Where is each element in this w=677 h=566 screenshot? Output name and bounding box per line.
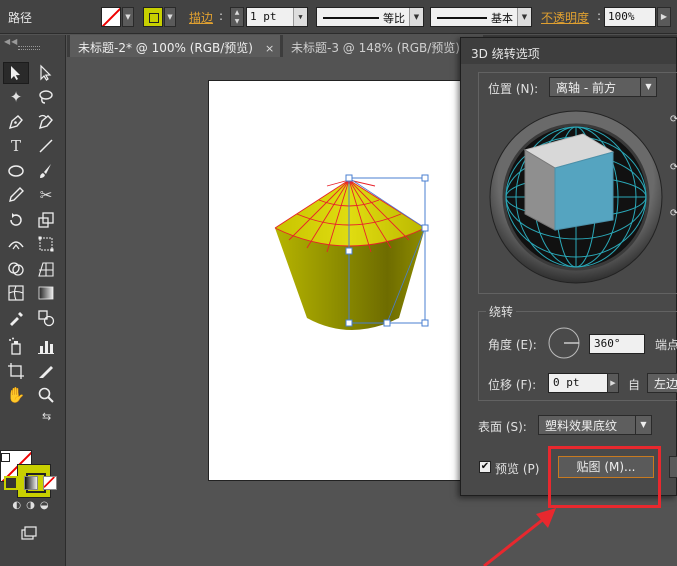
opacity-field[interactable]: 100% [604,7,656,27]
chevron-down-icon[interactable]: ▼ [517,8,531,26]
position-value: 离轴 - 前方 [556,81,616,95]
pencil-tool-icon[interactable] [3,184,29,206]
surface-label: 表面 (S): [478,420,527,434]
chevron-down-icon[interactable]: ▼ [635,416,651,434]
blend-tool-icon[interactable] [33,307,59,329]
rotate-tool-icon[interactable] [3,209,29,231]
none-mode-icon[interactable] [43,476,57,490]
from-select[interactable]: 左边 [647,373,677,393]
drawing-modes-icon[interactable]: ◐◑◒ [3,497,63,513]
width-tool-icon[interactable] [3,233,29,255]
colon-text: : [219,9,224,23]
angle-dial[interactable] [547,326,581,360]
preview-checkbox[interactable]: ✔ [479,461,491,473]
position-label: 位置 (N): [488,82,539,96]
eyedropper-tool-icon[interactable] [3,307,29,329]
stroke-line-icon [323,17,379,19]
tab-document-2[interactable]: 未标题-2* @ 100% (RGB/预览) × [70,35,280,57]
stroke-weight-field[interactable]: 1 pt ▼ [246,7,308,27]
dialog-title[interactable]: 3D 绕转选项 [461,38,676,64]
magic-wand-tool-icon[interactable]: ✦ [3,86,29,108]
chevron-right-icon[interactable]: ▶ [657,7,671,27]
type-tool-icon[interactable]: T [3,135,29,157]
selection-tool-icon[interactable] [3,62,29,84]
more-options-button[interactable] [669,456,677,478]
direct-selection-tool-icon[interactable] [33,62,59,84]
rotation-trackball[interactable] [487,108,665,286]
rotate-z-icon[interactable]: ⟳ [670,208,677,219]
chevron-down-icon[interactable]: ▼ [409,8,423,26]
annotation-arrow [483,508,556,566]
preview-label: 预览 (P) [495,462,540,476]
curvature-tool-icon[interactable] [33,111,59,133]
collapse-icon[interactable]: ◀◀ [4,37,18,46]
pen-tool-icon[interactable] [3,111,29,133]
mesh-tool-icon[interactable] [3,282,29,304]
tools-panel: ◀◀ ✦ T ✂ ✋ ⇆ ◐◑◒ [0,35,66,566]
shape-builder-tool-icon[interactable] [3,258,29,280]
default-colors-icon[interactable] [1,453,10,462]
stroke-weight-stepper[interactable]: ▲ ▼ [230,7,244,27]
slice-tool-icon[interactable] [33,360,59,382]
scale-tool-icon[interactable] [33,209,59,231]
variable-width-label: 等比 [383,12,405,25]
perspective-grid-tool-icon[interactable] [33,258,59,280]
colon-text: : [597,9,602,23]
screen-mode-icon[interactable] [14,522,44,544]
tab-label: 未标题-2* @ 100% (RGB/预览) [78,41,253,55]
revolve-label: 绕转 [486,303,517,320]
surface-select[interactable]: 塑料效果底纹 ▼ [538,415,652,435]
surface-value: 塑料效果底纹 [545,419,618,433]
chevron-down-icon[interactable]: ▼ [640,78,656,96]
chevron-down-icon[interactable]: ▼ [293,8,307,26]
free-transform-tool-icon[interactable] [33,233,59,255]
tab-document-3[interactable]: 未标题-3 @ 148% (RGB/预览)× [283,35,483,57]
stroke-dropdown-icon[interactable]: ▼ [164,7,176,27]
color-mode-icon[interactable] [4,476,18,490]
brush-definition-select[interactable]: 基本 ▼ [430,7,532,27]
lasso-tool-icon[interactable] [33,86,59,108]
scissors-tool-icon[interactable]: ✂ [33,184,59,206]
object-type-label: 路径 [8,11,33,25]
stroke-panel-link[interactable]: 描边 [189,9,213,26]
from-label: 自 [628,378,641,392]
fill-dropdown-icon[interactable]: ▼ [122,7,134,27]
line-segment-tool-icon[interactable] [33,135,59,157]
stroke-weight-value: 1 pt [250,10,277,23]
brush-line-icon [437,17,487,19]
paintbrush-tool-icon[interactable] [33,160,59,182]
gradient-mode-icon[interactable] [24,476,38,490]
gradient-tool-icon[interactable] [33,282,59,304]
rotate-x-icon[interactable]: ⟳ [670,114,677,125]
from-value: 左边 [654,377,677,391]
fill-swatch[interactable] [101,7,121,27]
stroke-swatch[interactable] [143,7,163,27]
close-icon[interactable]: × [265,42,274,55]
control-bar: 路径 ▼ ▼ 描边 : ▲ ▼ 1 pt ▼ 等比 ▼ 基本 ▼ 不透明度 : 1… [0,0,677,34]
ellipse-tool-icon[interactable] [3,160,29,182]
revolved-3d-artwork[interactable] [267,172,437,342]
opacity-link[interactable]: 不透明度 [541,9,589,26]
offset-field[interactable]: 0 pt [548,373,608,393]
variable-width-profile-select[interactable]: 等比 ▼ [316,7,424,27]
column-graph-tool-icon[interactable] [33,335,59,357]
artboard-tool-icon[interactable] [3,360,29,382]
brush-label: 基本 [491,12,513,25]
cap-label: 端点 [655,338,677,352]
tab-label: 未标题-3 @ 148% (RGB/预览) [291,41,460,55]
annotation-highlight-box [548,446,661,508]
symbol-sprayer-tool-icon[interactable] [3,335,29,357]
position-select[interactable]: 离轴 - 前方 ▼ [549,77,657,97]
cube-preview [523,133,615,231]
panel-grip[interactable] [18,46,40,50]
rotate-y-icon[interactable]: ⟳ [670,162,677,173]
hand-tool-icon[interactable]: ✋ [3,384,29,406]
chevron-right-icon[interactable]: ▶ [607,373,619,393]
revolve-options-dialog: 3D 绕转选项 位置 (N): 离轴 - 前方 ▼ ⟳ ⟳ ⟳ 绕转 角度 (E… [460,37,677,496]
zoom-tool-icon[interactable] [33,384,59,406]
swap-colors-icon[interactable]: ⇆ [42,410,51,423]
angle-label: 角度 (E): [488,338,537,352]
offset-label: 位移 (F): [488,378,537,392]
angle-field[interactable]: 360° [589,334,645,354]
